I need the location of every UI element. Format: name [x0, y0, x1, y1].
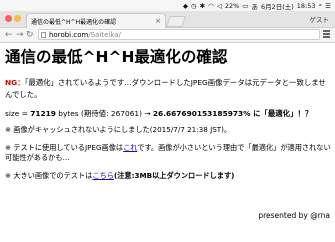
url-path: /Saiteika/ [88, 31, 121, 39]
reload-button[interactable]: ↻ [26, 29, 34, 41]
size-suffix: に「最適化」！？ [250, 109, 313, 118]
guest-profile[interactable]: ゲスト [310, 14, 330, 24]
ng-label: NG： [5, 78, 25, 87]
test-image-note: ※ テストに使用しているJPEG画像はこれです。画像が小さいという理由で「最適化… [5, 143, 331, 164]
forward-button[interactable]: → [16, 29, 24, 41]
ng-text: 「最適化」されているようです…ダウンロードしたJPEG画像データは元データと一致… [5, 78, 326, 99]
test-image-link[interactable]: これ [123, 143, 137, 152]
input-source-icon[interactable]: あ [251, 1, 258, 11]
page-title: 通信の最低^H^H最適化の確認 [5, 48, 228, 66]
tab-active[interactable]: 通信の最低^H^H最適化の確認 × [26, 13, 166, 28]
tab-close-icon[interactable]: × [155, 17, 161, 25]
result-message: NG：「最適化」されているようです…ダウンロードしたJPEG画像データは元データ… [5, 77, 331, 100]
url-host: horobi.com [49, 31, 89, 39]
address-bar[interactable]: horobi.com/Saiteika/ [38, 29, 320, 40]
page-content: 通信の最低^H^H最適化の確認 NG：「最適化」されているようです…ダウンロード… [5, 47, 331, 181]
battery-icon[interactable]: ▭ [242, 2, 248, 10]
volume-icon[interactable]: ◁ [217, 2, 222, 10]
spotlight-icon[interactable]: ⌕ [319, 1, 323, 10]
page-info-icon[interactable] [41, 32, 46, 38]
dropbox-icon[interactable]: ◆ [183, 2, 188, 10]
menubar-status: ◆ ◷ ✱ ◠ ◁ 22% ▭ あ 6月2日(土) 18:53 ⌕ ☰ [183, 0, 331, 11]
large-note-warning: (注意:3MB以上ダウンロードします) [113, 170, 235, 180]
cache-note: ※ 画像がキャッシュされないようにしました(2015/7/7 21:38 JST… [5, 125, 232, 134]
battery-percent: 22% [224, 1, 240, 10]
toolbar: ← → ↻ horobi.com/Saiteika/ [0, 28, 335, 43]
size-prefix: size = [5, 109, 31, 118]
footer-credit: presented by @rna [258, 211, 330, 220]
menubar-date: 6月2日(土) [260, 2, 294, 11]
large-image-link[interactable]: こちら [92, 171, 114, 180]
bluetooth-icon[interactable]: ✱ [200, 2, 205, 10]
tab-title: 通信の最低^H^H最適化の確認 [31, 18, 117, 26]
notification-center-icon[interactable]: ☰ [325, 2, 331, 10]
size-value: 71219 [30, 109, 56, 118]
size-percentage: 26.667690153185973% [152, 109, 251, 118]
test-note-text: ※ テストに使用しているJPEG画像は [5, 142, 124, 152]
tab-strip: 通信の最低^H^H最適化の確認 × ゲスト [0, 11, 335, 28]
size-line: size = 71219 bytes (期待値: 267061) → 26.66… [5, 109, 331, 119]
back-button[interactable]: ← [5, 29, 13, 41]
menubar-time: 18:53 [296, 1, 316, 10]
clock-icon[interactable]: ◷ [191, 2, 197, 10]
new-tab-button[interactable] [165, 16, 187, 27]
wifi-icon[interactable]: ◠ [208, 2, 214, 10]
close-window-button[interactable] [5, 15, 12, 22]
minimize-window-button[interactable] [14, 15, 21, 22]
large-note-text: ※ 大きい画像でのテストは [5, 170, 93, 180]
size-expected: bytes (期待値: 267061) → [55, 109, 153, 118]
system-menubar: ◆ ◷ ✱ ◠ ◁ 22% ▭ あ 6月2日(土) 18:53 ⌕ ☰ [0, 0, 335, 11]
large-image-note: ※ 大きい画像でのテストはこちら(注意:3MB以上ダウンロードします) [5, 171, 331, 182]
browser-menu-icon[interactable] [323, 30, 330, 38]
